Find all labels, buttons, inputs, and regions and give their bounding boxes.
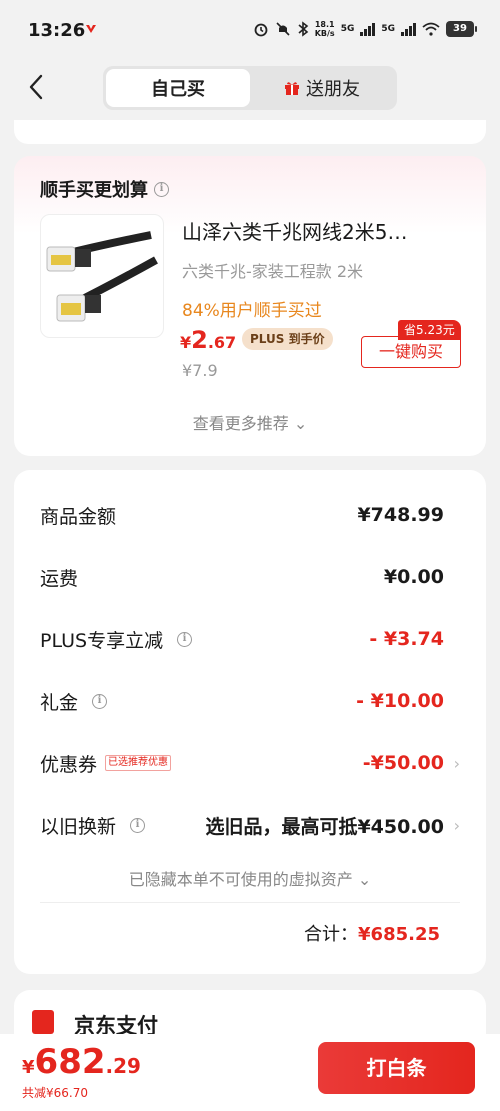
one-click-buy-button[interactable]: 一键购买	[361, 336, 461, 368]
final-price: ¥ 682 .29	[22, 1042, 141, 1082]
row-trade-in[interactable]: 以旧换新 i 选旧品，最高可抵¥450.00 ›	[40, 810, 460, 840]
jd-pay-icon	[32, 1010, 54, 1034]
product-name[interactable]: 山泽六类千兆网线2米5…	[182, 216, 462, 245]
signal-5g-label-1: 5G	[340, 24, 355, 34]
bluetooth-icon	[298, 21, 308, 37]
mute-icon	[276, 22, 290, 36]
tab-label: 送朋友	[306, 79, 360, 100]
back-icon[interactable]	[22, 72, 52, 102]
net-speed: 18.1 KB/s	[314, 20, 335, 38]
wifi-icon	[422, 22, 440, 36]
total-amount: 合计：¥685.25	[304, 924, 440, 945]
product-buy-info: 84%用户顺手买过	[182, 301, 322, 321]
status-time: 13:26	[28, 20, 86, 41]
info-icon[interactable]: i	[130, 817, 146, 833]
info-icon[interactable]: i	[92, 693, 108, 709]
gift-money-value: - ¥10.00	[356, 690, 444, 712]
coupon-value: -¥50.00	[362, 752, 444, 774]
ethernet-cable-icon	[46, 231, 158, 322]
more-recommendations-link[interactable]: 查看更多推荐 ⌄	[14, 410, 486, 434]
row-gift-money: 礼金 i - ¥10.00	[40, 690, 444, 714]
row-shipping: 运费 ¥0.00	[40, 566, 444, 590]
tab-label: 自己买	[151, 79, 205, 100]
alarm-icon	[254, 23, 268, 37]
order-summary-card: 商品金额 ¥748.99 运费 ¥0.00 PLUS专享立减 i - ¥3.74 …	[14, 470, 486, 974]
status-bar: 13:26 18.1 KB/s 5G 5G 39	[0, 0, 500, 58]
trade-in-value: 选旧品，最高可抵¥450.00	[205, 815, 444, 838]
gift-icon	[285, 82, 299, 95]
product-image[interactable]	[40, 214, 164, 338]
divider	[40, 902, 460, 903]
coupon-selected-tag: 已选推荐优惠	[105, 755, 172, 771]
signal-icon	[360, 22, 376, 36]
info-icon[interactable]: i	[154, 181, 169, 197]
system-icons: 18.1 KB/s 5G 5G 39	[253, 20, 477, 38]
previous-card-bottom	[14, 120, 486, 144]
chevron-right-icon: ›	[453, 815, 460, 835]
product-old-price: ¥7.9	[182, 361, 218, 380]
row-goods-amount: 商品金额 ¥748.99	[40, 504, 444, 528]
recommend-title: 顺手买更划算 i	[40, 176, 169, 202]
header: 自己买 送朋友	[0, 58, 500, 120]
total-saved[interactable]: 共减¥66.70	[22, 1084, 88, 1101]
product-price: ¥ 2 .67	[180, 326, 237, 354]
chevron-right-icon: ›	[453, 753, 460, 773]
recommend-card: 顺手买更划算 i 山泽六类千兆网线2米5… 六类千兆-家装工程款 2米 84%用…	[14, 156, 486, 456]
tab-buy-for-self[interactable]: 自己买	[106, 69, 250, 107]
battery-icon: 39	[446, 21, 477, 37]
product-spec: 六类千兆-家装工程款 2米	[182, 262, 364, 281]
hidden-assets-toggle[interactable]: 已隐藏本单不可使用的虚拟资产 ⌄	[14, 866, 486, 890]
goods-amount-value: ¥748.99	[357, 504, 444, 526]
shipping-value: ¥0.00	[383, 566, 444, 588]
jd-app-icon	[86, 25, 96, 33]
plus-discount-value: - ¥3.74	[369, 628, 444, 650]
info-icon[interactable]: i	[177, 631, 193, 647]
row-plus-discount: PLUS专享立减 i - ¥3.74	[40, 628, 444, 652]
purchase-mode-switch: 自己买 送朋友	[103, 66, 397, 110]
tab-send-to-friend[interactable]: 送朋友	[250, 69, 394, 107]
save-amount-tag: 省5.23元	[398, 320, 461, 340]
bottom-bar: ¥ 682 .29 共减¥66.70 打白条	[0, 1034, 500, 1111]
signal-5g-label-2: 5G	[381, 24, 395, 34]
plus-price-tag: PLUS 到手价	[242, 328, 333, 350]
signal-icon-2	[401, 22, 416, 36]
row-coupon[interactable]: 优惠券 已选推荐优惠 -¥50.00 ›	[40, 748, 460, 778]
pay-button[interactable]: 打白条	[318, 1042, 475, 1094]
